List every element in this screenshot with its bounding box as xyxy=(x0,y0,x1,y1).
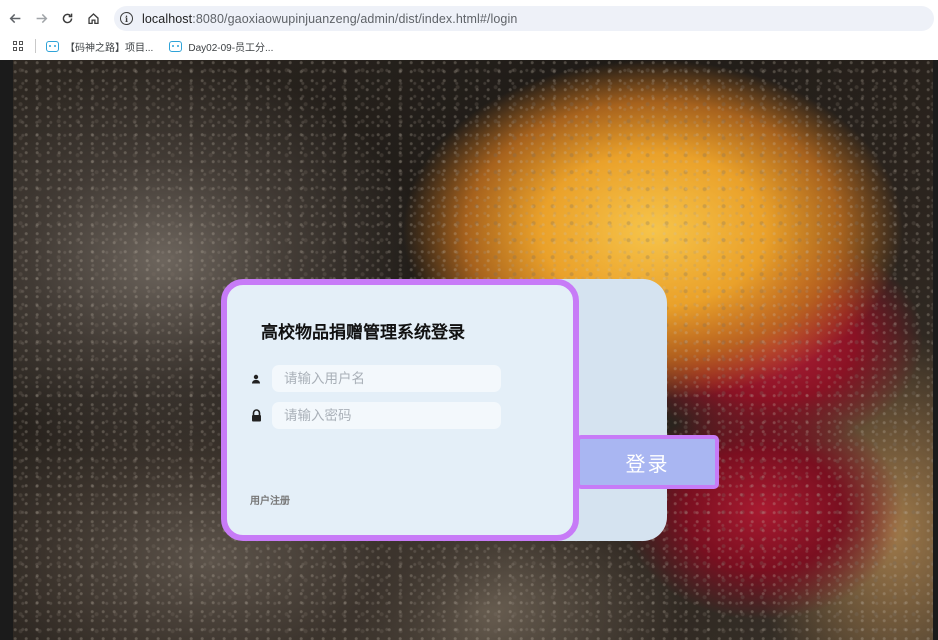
register-link[interactable]: 用户注册 xyxy=(250,492,290,507)
home-icon xyxy=(87,12,99,24)
forward-button[interactable] xyxy=(28,5,54,31)
username-row xyxy=(249,365,501,392)
password-row xyxy=(249,402,501,429)
back-arrow-icon xyxy=(9,13,20,23)
address-bar[interactable]: i localhost:8080/gaoxiaowupinjuanzeng/ad… xyxy=(114,6,934,31)
bookmarks-divider xyxy=(35,39,36,53)
reload-icon xyxy=(62,13,72,23)
login-button[interactable]: 登录 xyxy=(576,435,719,489)
user-icon xyxy=(249,372,263,386)
login-card: 高校物品捐赠管理系统登录 用户注册 xyxy=(221,279,579,541)
url-path: :8080/gaoxiaowupinjuanzeng/admin/dist/in… xyxy=(192,11,518,26)
info-icon[interactable]: i xyxy=(120,12,133,25)
bilibili-icon xyxy=(46,40,59,52)
apps-grid-icon[interactable] xyxy=(13,40,24,52)
bilibili-icon xyxy=(169,40,183,52)
login-title: 高校物品捐赠管理系统登录 xyxy=(261,323,465,343)
lock-icon xyxy=(249,409,263,423)
url-host: localhost xyxy=(142,11,193,26)
reload-button[interactable] xyxy=(54,5,80,31)
forward-arrow-icon xyxy=(36,13,47,23)
username-input[interactable] xyxy=(272,365,501,392)
browser-toolbar: i localhost:8080/gaoxiaowupinjuanzeng/ad… xyxy=(0,0,938,36)
bookmark-item[interactable]: 【码神之路】项目... xyxy=(46,39,153,54)
browser-chrome: i localhost:8080/gaoxiaowupinjuanzeng/ad… xyxy=(0,0,938,60)
password-input[interactable] xyxy=(272,402,501,429)
bookmark-label: Day02-09-员工分... xyxy=(188,42,274,54)
home-button[interactable] xyxy=(80,5,106,31)
back-button[interactable] xyxy=(2,5,28,31)
bookmark-item[interactable]: Day02-09-员工分... xyxy=(169,39,273,54)
bookmarks-bar: 【码神之路】项目... Day02-09-员工分... xyxy=(0,36,938,56)
bookmark-label: 【码神之路】项目... xyxy=(65,42,154,54)
url-text: localhost:8080/gaoxiaowupinjuanzeng/admi… xyxy=(142,12,517,26)
